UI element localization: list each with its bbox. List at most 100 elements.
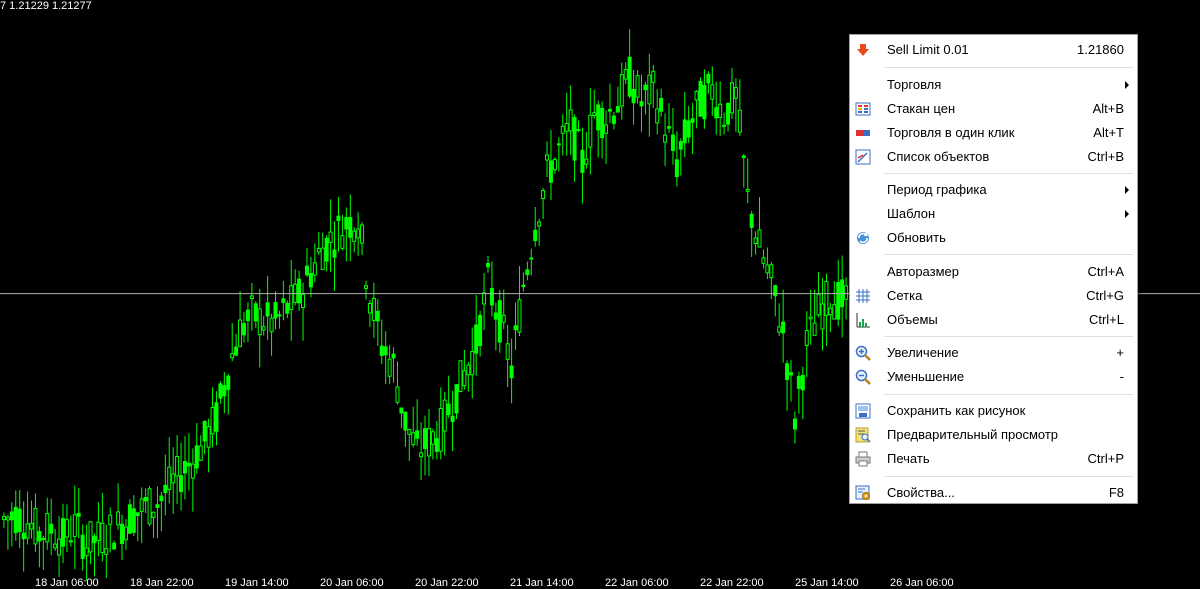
ohlc-readout: 7 1.21229 1.21277	[0, 0, 92, 12]
candle-body	[537, 221, 542, 227]
candle-body	[529, 257, 534, 260]
x-tick-label: 22 Jan 22:00	[700, 577, 764, 589]
candle-body	[702, 84, 707, 120]
candle-body	[96, 521, 101, 541]
candle-body	[832, 304, 837, 320]
candle-body	[749, 213, 754, 228]
candle-body	[175, 455, 180, 477]
menu-item-depth-of-market[interactable]: Стакан цен Alt+B	[850, 97, 1137, 121]
candle-body	[619, 74, 624, 107]
candle-body	[171, 473, 176, 484]
candle-body	[521, 284, 526, 288]
candle-body	[769, 264, 774, 279]
candle-body	[245, 309, 250, 322]
candle-body	[379, 345, 384, 356]
candle-body	[33, 507, 38, 545]
candle-body	[261, 326, 266, 331]
x-tick-label: 20 Jan 22:00	[415, 577, 479, 589]
menu-item-properties[interactable]: Свойства... F8	[850, 481, 1137, 505]
menu-item-label: Предварительный просмотр	[887, 427, 1059, 442]
menu-item-refresh[interactable]: Обновить	[850, 226, 1137, 250]
menu-item-shortcut: Ctrl+A	[1087, 264, 1124, 279]
candle-body	[423, 428, 428, 449]
candle-body	[100, 522, 105, 553]
menu-item-zoom-out[interactable]: Уменьшение -	[850, 365, 1137, 389]
candle-body	[525, 269, 530, 276]
chart-context-menu: Sell Limit 0.01 1.21860 Торговля Стакан …	[849, 34, 1138, 504]
candle-body	[411, 432, 416, 446]
candle-body	[592, 112, 597, 116]
menu-item-grid[interactable]: Сетка Ctrl+G	[850, 284, 1137, 308]
candle-body	[84, 547, 89, 557]
menu-item-save-as-picture[interactable]: Сохранить как рисунок	[850, 399, 1137, 423]
submenu-arrow-icon	[1125, 81, 1129, 89]
candle-body	[718, 103, 723, 118]
candle-body	[415, 430, 420, 439]
candle-body	[360, 224, 365, 244]
menu-item-label: Сохранить как рисунок	[887, 403, 1026, 418]
menu-item-objects-list[interactable]: Список объектов Ctrl+B	[850, 145, 1137, 169]
menu-item-volumes[interactable]: Объемы Ctrl+L	[850, 308, 1137, 332]
menu-item-autosize[interactable]: Авторазмер Ctrl+A	[850, 260, 1137, 284]
candle-body	[722, 124, 727, 127]
menu-item-print-preview[interactable]: Предварительный просмотр	[850, 423, 1137, 447]
objects-list-icon	[855, 149, 871, 165]
candle-body	[9, 511, 14, 521]
candle-body	[53, 543, 58, 549]
candle-body	[194, 445, 199, 469]
candle-body	[631, 88, 636, 104]
menu-item-label: Стакан цен	[887, 101, 956, 116]
candle-body	[135, 512, 140, 517]
menu-item-trading[interactable]: Торговля	[850, 73, 1137, 97]
candle-body	[588, 114, 593, 148]
candle-body	[678, 141, 683, 150]
candle-body	[800, 374, 805, 391]
menu-item-chart-period[interactable]: Период графика	[850, 178, 1137, 202]
refresh-icon	[855, 230, 871, 246]
submenu-arrow-icon	[1125, 186, 1129, 194]
x-tick-label: 25 Jan 14:00	[795, 577, 859, 589]
candle-body	[269, 317, 274, 333]
candle-body	[253, 303, 258, 322]
candle-body	[367, 303, 372, 314]
candle-body	[395, 386, 400, 403]
candle-body	[765, 264, 770, 274]
menu-item-label: Торговля в один клик	[887, 125, 1015, 140]
candle-body	[604, 124, 609, 134]
candle-body	[513, 325, 518, 331]
candle-body	[249, 295, 254, 300]
candle-body	[670, 134, 675, 151]
candle-body	[659, 97, 664, 112]
candle-body	[186, 462, 191, 467]
depth-of-market-icon	[855, 101, 871, 117]
candle-body	[301, 293, 306, 309]
volumes-icon	[855, 312, 871, 328]
candle-body	[828, 307, 833, 316]
candle-body	[340, 235, 345, 249]
candle-body	[706, 73, 711, 84]
menu-item-shortcut: Alt+T	[1093, 125, 1124, 140]
candle-body	[430, 431, 435, 445]
candle-body	[60, 518, 65, 547]
candle-body	[21, 532, 26, 540]
candle-body	[155, 504, 160, 508]
candle-body	[316, 248, 321, 253]
candle-body	[789, 372, 794, 376]
zoom-in-icon	[855, 345, 871, 361]
menu-item-print[interactable]: Печать Ctrl+P	[850, 447, 1137, 471]
properties-icon	[855, 485, 871, 501]
menu-item-sell-limit[interactable]: Sell Limit 0.01 1.21860	[850, 38, 1137, 62]
x-tick-label: 19 Jan 14:00	[225, 577, 289, 589]
candle-body	[57, 538, 62, 556]
candle-body	[112, 542, 117, 550]
candle-body	[104, 548, 109, 555]
candle-body	[572, 117, 577, 161]
candle-body	[297, 278, 302, 304]
print-preview-icon	[855, 427, 871, 443]
menu-item-one-click-trading[interactable]: Торговля в один клик Alt+T	[850, 121, 1137, 145]
menu-item-zoom-in[interactable]: Увеличение +	[850, 341, 1137, 365]
x-tick-label: 18 Jan 06:00	[35, 577, 99, 589]
candle-body	[179, 475, 184, 493]
candle-body	[434, 438, 439, 452]
menu-item-template[interactable]: Шаблон	[850, 202, 1137, 226]
